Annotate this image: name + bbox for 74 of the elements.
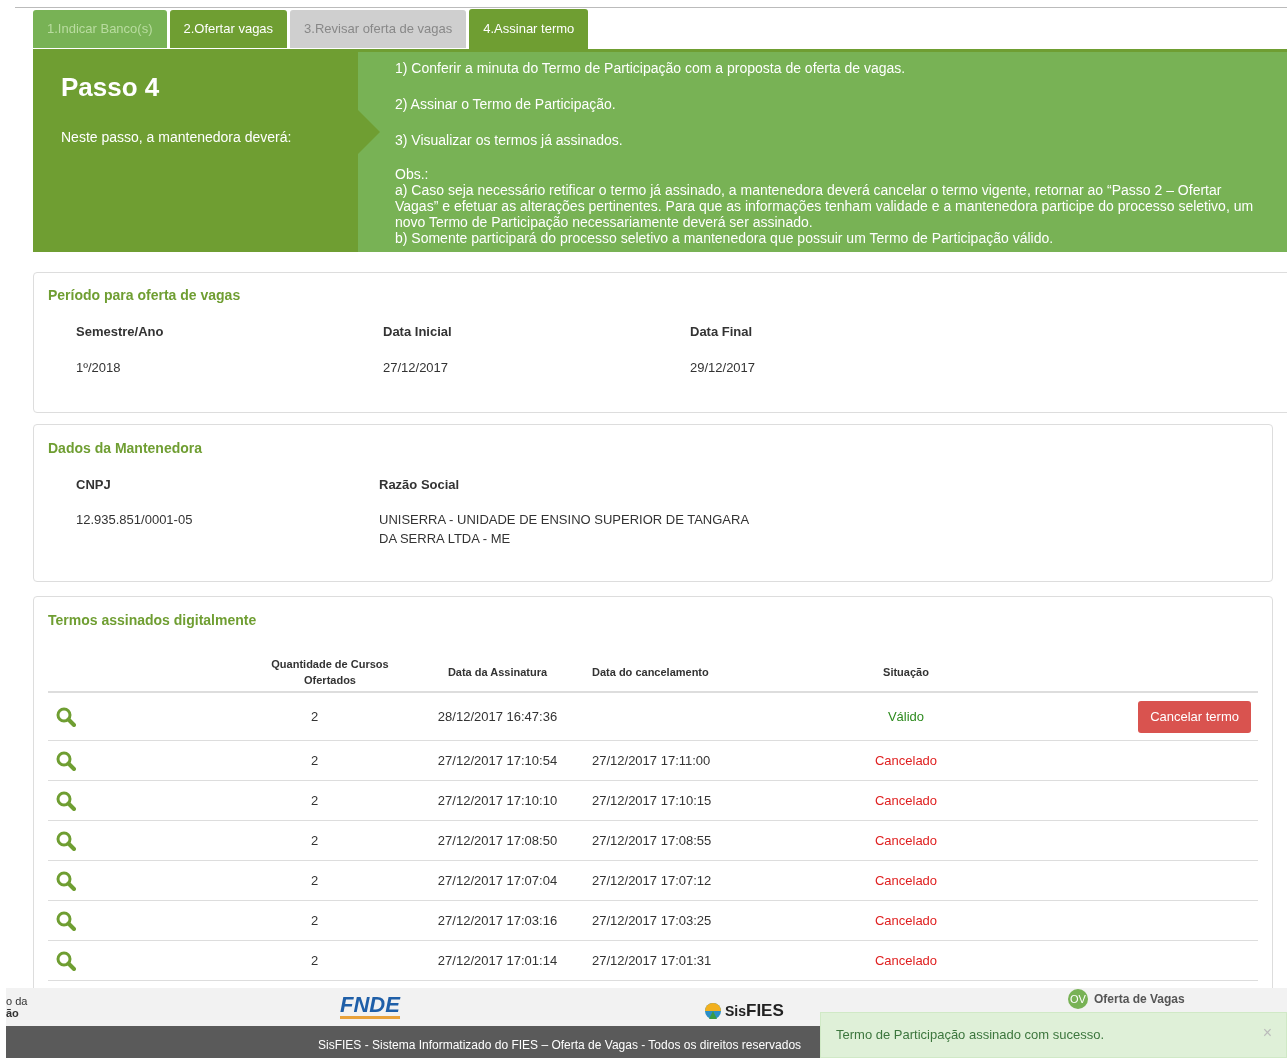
table-cell: 27/12/2017 17:03:25 — [592, 912, 712, 928]
search-icon[interactable] — [56, 750, 76, 771]
table-cell-text: 27/12/2017 17:01:14 — [437, 951, 558, 970]
table-cell: 27/12/2017 17:10:15 — [592, 792, 712, 808]
step-tab[interactable]: 1.Indicar Banco(s) — [33, 10, 167, 49]
field-value: 12.935.851/0001-05 — [76, 511, 194, 529]
step-tab[interactable]: 3.Revisar oferta de vagas — [290, 10, 467, 49]
logo-text: ão — [6, 1007, 20, 1019]
instruction-text: 2) Assinar o Termo de Participação. — [395, 96, 617, 112]
ov-badge: OV — [1068, 989, 1088, 1009]
instruction-text: 1) Conferir a minuta do Termo de Participação com a proposta de oferta de vagas. — [395, 60, 907, 76]
table-cell-text: 27/12/2017 17:03:16 — [437, 911, 558, 930]
table-cell: 27/12/2017 17:08:55 — [592, 832, 712, 848]
table-cell: 27/12/2017 17:01:31 — [592, 952, 712, 968]
table-cell: 27/12/2017 17:07:12 — [592, 872, 712, 888]
panel-title: Dados da Mantenedora — [48, 439, 204, 458]
close-button[interactable]: × — [1262, 1025, 1272, 1041]
obs-label: Obs.: — [395, 166, 430, 182]
globe-icon — [704, 1001, 722, 1020]
field-value: 1º/2018 — [76, 358, 122, 377]
table-cell-text: 27/12/2017 17:10:54 — [437, 751, 558, 770]
table-cell-text: 27/12/2017 17:07:04 — [437, 871, 558, 890]
field-label: Data Final — [690, 323, 754, 341]
search-icon[interactable] — [56, 870, 76, 891]
panel-title: Termos assinados digitalmente — [48, 611, 258, 630]
sisfies-logo: SisFIES — [725, 1000, 784, 1022]
field-value: 29/12/2017 — [690, 358, 757, 377]
table-cell-text: 2 — [310, 951, 319, 970]
status-text: Cancelado — [874, 751, 938, 770]
column-header: Quantidade de Cursos Ofertados — [270, 657, 390, 688]
status-text: Cancelado — [874, 951, 938, 970]
search-icon[interactable] — [56, 790, 76, 811]
field-label: Data Inicial — [383, 323, 453, 341]
step-title: Passo 4 — [61, 71, 161, 104]
field-label: Semestre/Ano — [76, 323, 165, 341]
field-value: UNISERRA - UNIDADE DE ENSINO SUPERIOR DE TANGARA DA SERRA LTDA - ME — [379, 511, 750, 548]
column-header: Situação — [882, 665, 930, 680]
table-cell-text: 2 — [310, 871, 319, 890]
table-cell-text: 27/12/2017 17:08:50 — [437, 831, 558, 850]
table-cell-text: 2 — [310, 707, 319, 726]
field-value: 27/12/2017 — [383, 358, 450, 377]
status-text: Cancelado — [874, 791, 938, 810]
copyright-text: SisFIES - Sistema Informatizado do FIES – Oferta de Vagas - Todos os direitos reservados — [318, 1037, 802, 1054]
ov-label: Oferta de Vagas — [1094, 991, 1185, 1008]
table-cell-text: 28/12/2017 16:47:36 — [437, 707, 558, 726]
fnde-logo: FNDE — [340, 994, 400, 1019]
table-cell-text: 27/12/2017 17:10:10 — [437, 791, 558, 810]
cancel-button[interactable]: Cancelar termo — [1138, 700, 1251, 733]
obs-text: a) Caso seja necessário retificar o termo já assinado, a mantenedora deverá cancelar o termo vigente, retornar ao “Passo 2 – Ofertar Vagas” e efetuar as alterações pertinentes. Para que as informações tenham validade e a mantenedora participe do processo seletivo, um novo Termo de Participação necessariamente deverá ser assinado. — [395, 182, 1255, 230]
step-tab[interactable]: 2.Ofertar vagas — [169, 10, 288, 49]
field-label: Razão Social — [379, 476, 461, 494]
status-text: Válido — [887, 707, 925, 726]
column-header: Data da Assinatura — [446, 665, 549, 680]
panel-title: Período para oferta de vagas — [48, 286, 242, 305]
table-cell: 27/12/2017 17:11:00 — [592, 752, 711, 768]
obs-text: b) Somente participará do processo seletivo a mantenedora que possuir um Termo de Participação válido. — [395, 230, 1055, 246]
status-text: Cancelado — [874, 911, 938, 930]
table-cell-text: 2 — [310, 831, 319, 850]
step-tab[interactable]: 4.Assinar termo — [469, 9, 589, 49]
table-cell-text: 2 — [310, 791, 319, 810]
search-icon[interactable] — [56, 830, 76, 851]
status-text: Cancelado — [874, 831, 938, 850]
instruction-text: 3) Visualizar os termos já assinados. — [395, 132, 624, 148]
logo-text: o da — [6, 995, 28, 1007]
table-cell-text: 2 — [310, 751, 319, 770]
status-text: Cancelado — [874, 871, 938, 890]
search-icon[interactable] — [56, 950, 76, 971]
search-icon[interactable] — [56, 706, 76, 727]
step-intro: Neste passo, a mantenedora deverá: — [61, 128, 293, 147]
search-icon[interactable] — [56, 910, 76, 931]
toast-message: Termo de Participação assinado com sucesso. — [836, 1026, 1105, 1045]
table-cell-text: 2 — [310, 911, 319, 930]
field-label: CNPJ — [76, 476, 112, 494]
column-header: Data do cancelamento — [591, 665, 710, 680]
